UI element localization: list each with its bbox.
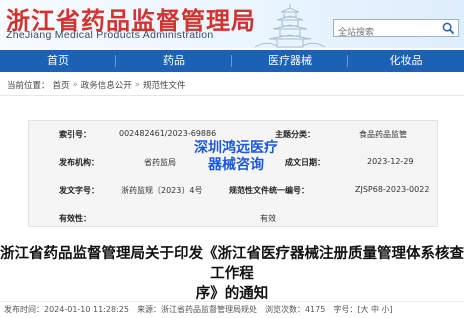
article-title-line-1: 浙江省药品监督管理局关于印发《浙江省医疗器械注册质量管理体系核查工作程 — [0, 246, 464, 282]
doc-no-label: 发文字号： — [59, 186, 99, 195]
main-nav: 首页 药品 医疗器械 化妆品 — [0, 50, 464, 72]
article-meta: 发布时间：2024-01-10 11:28:25 来源：浙江省药品监督管理局规处… — [4, 305, 393, 314]
watermark-line-1: 深圳鸿远医疗 — [194, 140, 278, 156]
watermark-line-2: 器械咨询 — [208, 157, 264, 173]
nav-item-medical-devices[interactable]: 医疗器械 — [232, 50, 348, 72]
breadcrumb-separator: » — [72, 80, 78, 90]
search-box — [333, 19, 459, 41]
publisher-value: 省药监局 — [144, 158, 176, 167]
validity-label: 有效性： — [59, 214, 91, 223]
breadcrumb: 当前位置： 首页 » 政务信息公开 » 规范性文件 — [4, 79, 185, 91]
validity-value: 有效 — [260, 214, 276, 223]
publisher-label: 发布机构： — [59, 158, 99, 167]
nav-item-drugs[interactable]: 药品 — [116, 50, 232, 72]
meta-divider — [0, 301, 464, 302]
breadcrumb-prefix: 当前位置： — [7, 81, 50, 91]
reg-no-label: 规范性文件统一编号： — [229, 186, 309, 195]
category-label: 主题分类： — [275, 130, 315, 139]
search-input[interactable] — [334, 25, 442, 41]
info-row-validity: 有效性： 有效 — [29, 213, 439, 235]
doc-no-value: 浙药监规〔2023〕4号 — [121, 186, 203, 195]
created-value: 2023-12-29 — [367, 157, 414, 166]
pagoda-illustration — [255, 4, 325, 48]
reg-no-value: ZJSP68-2023-0022 — [355, 185, 430, 194]
breadcrumb-separator: » — [134, 80, 140, 90]
breadcrumb-home[interactable]: 首页 — [53, 79, 70, 91]
info-row-docno: 发文字号： 浙药监规〔2023〕4号 规范性文件统一编号： ZJSP68-202… — [29, 185, 439, 207]
article-title: 浙江省药品监督管理局关于印发《浙江省医疗器械注册质量管理体系核查工作程 序》的通… — [0, 244, 464, 304]
nav-item-home[interactable]: 首页 — [0, 50, 116, 72]
index-label: 索引号： — [59, 130, 91, 139]
breadcrumb-divider — [0, 95, 464, 96]
nav-item-cosmetics[interactable]: 化妆品 — [348, 50, 464, 72]
index-value: 002482461/2023-69886 — [119, 129, 217, 138]
breadcrumb-normative-docs[interactable]: 规范性文件 — [143, 79, 186, 91]
breadcrumb-gov-info[interactable]: 政务信息公开 — [81, 79, 132, 91]
category-value: 食品药品监管 — [359, 130, 407, 139]
watermark: 深圳鸿远医疗 器械咨询 — [180, 140, 292, 174]
site-header: 浙江省药品监督管理局 ZheJiang Medical Products Adm… — [0, 0, 464, 48]
search-icon[interactable] — [442, 22, 455, 35]
site-subtitle: ZheJiang Medical Products Administration — [6, 29, 214, 41]
